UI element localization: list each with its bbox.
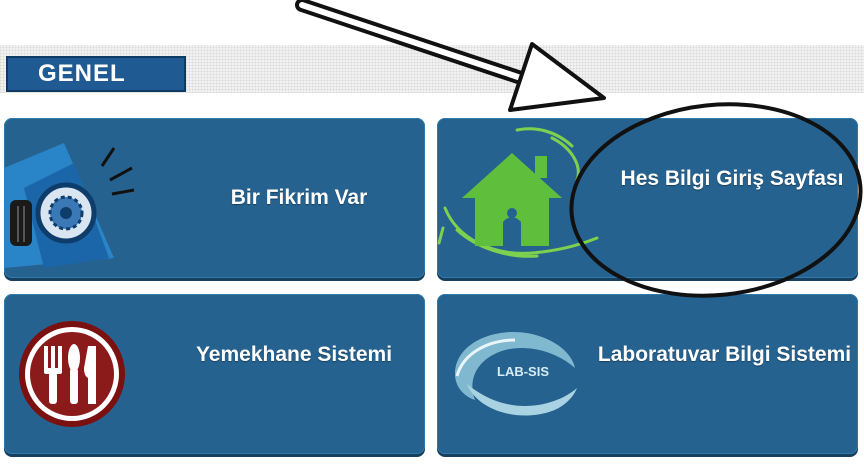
house-in-hands-icon: [437, 127, 599, 258]
tile-laboratuvar-bilgi-sistemi[interactable]: LAB-SIS Laboratuvar Bilgi Sistemi: [437, 294, 858, 454]
cutlery-icon: [19, 321, 125, 427]
section-title: GENEL: [6, 56, 186, 92]
tile-hes-bilgi-giris[interactable]: Hes Bilgi Giriş Sayfası: [437, 118, 858, 278]
tile-label: Bir Fikrim Var: [230, 186, 368, 209]
tile-bir-fikrim-var[interactable]: Bir Fikrim Var: [4, 118, 425, 278]
lab-logo-text: LAB-SIS: [497, 364, 549, 379]
tile-label: Laboratuvar Bilgi Sistemi: [597, 343, 852, 366]
tile-label: Hes Bilgi Giriş Sayfası: [620, 167, 844, 190]
tile-label: Yemekhane Sistemi: [195, 343, 393, 366]
tile-yemekhane-sistemi[interactable]: Yemekhane Sistemi: [4, 294, 425, 454]
lab-logo-icon: LAB-SIS: [455, 331, 577, 416]
megaphone-icon: [4, 143, 135, 268]
